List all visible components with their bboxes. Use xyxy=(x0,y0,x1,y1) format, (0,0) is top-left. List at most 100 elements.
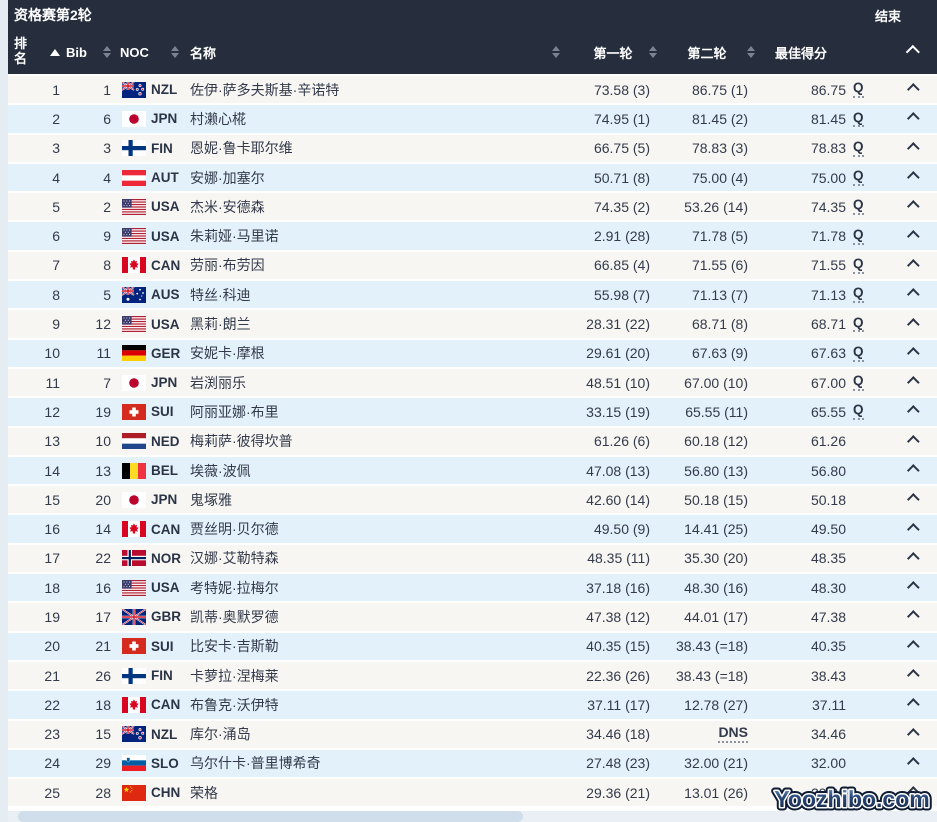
column-header-bib[interactable]: Bib xyxy=(65,30,113,74)
noc-cell: USA xyxy=(113,222,188,249)
column-header-round2[interactable]: 第二轮 xyxy=(658,30,756,74)
collapse-row-button[interactable] xyxy=(883,369,937,396)
round1-score: 47.38 (12) xyxy=(568,603,658,630)
country-flag-icon xyxy=(122,697,146,713)
collapse-row-button[interactable] xyxy=(883,545,937,572)
noc-code: AUT xyxy=(151,170,179,185)
collapse-row-button[interactable] xyxy=(883,310,937,337)
round1-score: 34.46 (18) xyxy=(568,721,658,748)
collapse-row-button[interactable] xyxy=(883,662,937,689)
table-row: 22 18 CAN 布鲁克·沃伊特 37.11 (17) 12.78 (27) … xyxy=(8,691,937,718)
collapse-row-button[interactable] xyxy=(883,76,937,103)
chevron-up-icon xyxy=(906,113,919,126)
round2-score: 38.43 (=18) xyxy=(658,633,756,660)
sort-arrows-icon[interactable] xyxy=(649,46,657,58)
collapse-row-button[interactable] xyxy=(883,457,937,484)
collapse-row-button[interactable] xyxy=(883,281,937,308)
bib-cell: 1 xyxy=(65,76,113,103)
column-header-rank[interactable]: 排名 xyxy=(8,30,65,74)
country-flag-icon xyxy=(122,199,146,215)
bib-cell: 26 xyxy=(65,662,113,689)
chevron-up-icon xyxy=(906,523,919,536)
collapse-row-button[interactable] xyxy=(883,135,937,162)
round1-score: 37.18 (16) xyxy=(568,574,658,601)
collapse-row-button[interactable] xyxy=(883,105,937,132)
collapse-row-button[interactable] xyxy=(883,721,937,748)
collapse-row-button[interactable] xyxy=(883,193,937,220)
bib-cell: 20 xyxy=(65,486,113,513)
column-header-noc[interactable]: NOC xyxy=(113,30,188,74)
collapse-row-button[interactable] xyxy=(883,164,937,191)
qualified-cell: Q xyxy=(846,105,883,132)
country-flag-icon xyxy=(122,111,146,127)
collapse-row-button[interactable] xyxy=(883,691,937,718)
qualified-cell: Q xyxy=(846,222,883,249)
noc-cell: JPN xyxy=(113,486,188,513)
collapse-row-button[interactable] xyxy=(883,252,937,279)
noc-code: USA xyxy=(151,199,180,214)
athlete-name: 村濑心椛 xyxy=(188,105,568,132)
column-header-name[interactable]: 名称 xyxy=(188,30,568,74)
round2-score: 44.01 (17) xyxy=(658,603,756,630)
round1-score: 66.85 (4) xyxy=(568,252,658,279)
collapse-all-button[interactable] xyxy=(883,30,937,74)
round2-score: 38.43 (=18) xyxy=(658,662,756,689)
best-score: 86.75 xyxy=(756,76,846,103)
best-score: 65.55 xyxy=(756,398,846,425)
round2-score: 14.41 (25) xyxy=(658,515,756,542)
column-header-round1[interactable]: 第一轮 xyxy=(568,30,658,74)
noc-code: NOR xyxy=(151,551,181,566)
collapse-row-button[interactable] xyxy=(883,574,937,601)
noc-code: NZL xyxy=(151,82,177,97)
collapse-row-button[interactable] xyxy=(883,398,937,425)
status-badge: 结束 xyxy=(875,6,901,25)
sort-arrows-icon[interactable] xyxy=(747,46,755,58)
collapse-row-button[interactable] xyxy=(883,428,937,455)
sort-arrows-icon[interactable] xyxy=(171,46,179,58)
best-score: 71.78 xyxy=(756,222,846,249)
sort-arrows-icon[interactable] xyxy=(552,46,560,58)
scrollbar-thumb[interactable] xyxy=(18,811,523,822)
country-flag-icon xyxy=(122,228,146,244)
collapse-row-button[interactable] xyxy=(883,222,937,249)
chevron-up-icon xyxy=(906,376,919,389)
noc-cell: BEL xyxy=(113,457,188,484)
noc-code: CHN xyxy=(151,785,180,800)
column-header-best[interactable]: 最佳得分 xyxy=(756,30,846,74)
noc-cell: CHN xyxy=(113,779,188,806)
collapse-row-button[interactable] xyxy=(883,340,937,367)
rank-cell: 14 xyxy=(8,457,65,484)
round2-score: 13.01 (26) xyxy=(658,779,756,806)
round1-score: 27.48 (23) xyxy=(568,750,658,777)
athlete-name: 贾丝明·贝尔德 xyxy=(188,515,568,542)
rank-cell: 9 xyxy=(8,310,65,337)
round2-score: 48.30 (16) xyxy=(658,574,756,601)
table-row: 3 3 FIN 恩妮·鲁卡耶尔维 66.75 (5) 78.83 (3) 78.… xyxy=(8,135,937,162)
best-column-label: 最佳得分 xyxy=(775,43,827,62)
collapse-row-button[interactable] xyxy=(883,603,937,630)
sort-arrows-icon[interactable] xyxy=(103,46,111,58)
round1-score: 29.36 (21) xyxy=(568,779,658,806)
bib-cell: 17 xyxy=(65,603,113,630)
athlete-name: 埃薇·波佩 xyxy=(188,457,568,484)
athlete-name: 安娜·加塞尔 xyxy=(188,164,568,191)
collapse-row-button[interactable] xyxy=(883,515,937,542)
collapse-row-button[interactable] xyxy=(883,750,937,777)
round1-score: 48.51 (10) xyxy=(568,369,658,396)
table-row: 5 2 USA 杰米·安德森 74.35 (2) 53.26 (14) 74.3… xyxy=(8,193,937,220)
round1-score: 47.08 (13) xyxy=(568,457,658,484)
noc-code: USA xyxy=(151,317,180,332)
rank-cell: 20 xyxy=(8,633,65,660)
sort-ascending-icon[interactable] xyxy=(50,49,60,56)
athlete-name: 劳丽·布劳因 xyxy=(188,252,568,279)
collapse-row-button[interactable] xyxy=(883,486,937,513)
noc-code: GER xyxy=(151,346,180,361)
round2-score: 32.00 (21) xyxy=(658,750,756,777)
bib-cell: 16 xyxy=(65,574,113,601)
qualified-badge: Q xyxy=(853,198,864,215)
collapse-row-button[interactable] xyxy=(883,633,937,660)
table-row: 1 1 NZL 佐伊·萨多夫斯基·辛诺特 73.58 (3) 86.75 (1)… xyxy=(8,76,937,103)
rank-cell: 11 xyxy=(8,369,65,396)
bib-column-label: Bib xyxy=(66,45,87,60)
qualified-cell: Q xyxy=(846,135,883,162)
